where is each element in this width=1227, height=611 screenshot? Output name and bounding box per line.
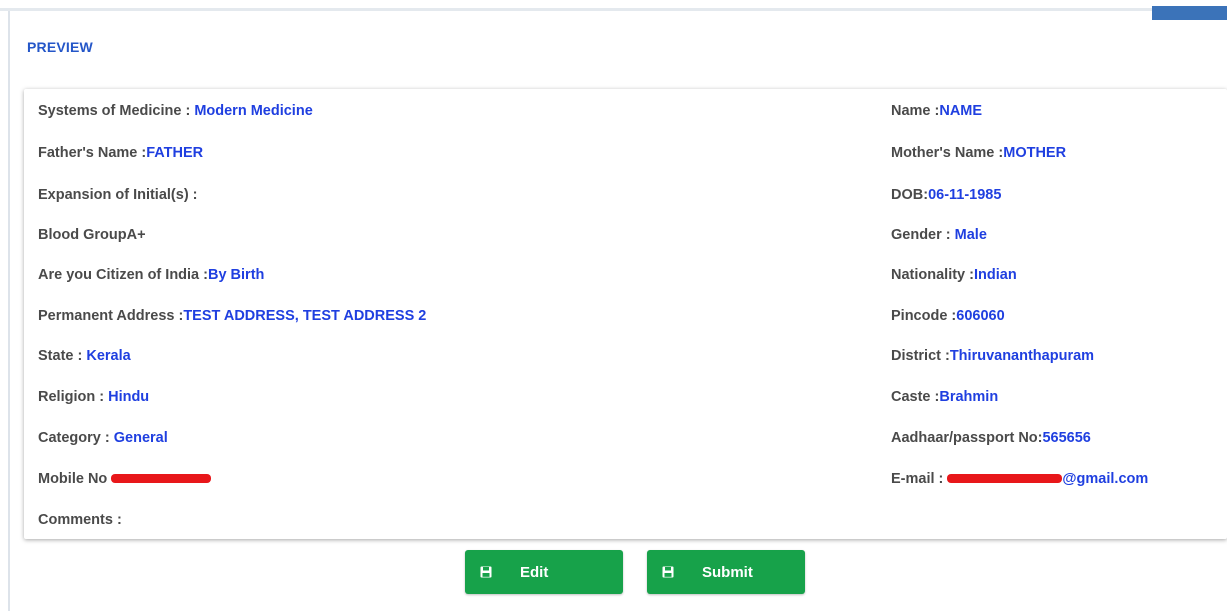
redaction-mark: [111, 473, 212, 483]
field-blood-group: Blood GroupA+: [38, 227, 146, 243]
field-caste: Caste :Brahmin: [891, 389, 998, 405]
field-label: Pincode :: [891, 308, 957, 324]
field-mobile-no: Mobile No: [38, 471, 212, 487]
field-label: Name :: [891, 103, 940, 119]
field-value: General: [113, 430, 168, 446]
field-label: Systems of Medicine :: [38, 103, 195, 119]
field-dob: DOB:06-11-1985: [891, 187, 1001, 203]
page-title: PREVIEW: [27, 39, 93, 55]
field-value: By Birth: [207, 267, 265, 283]
field-value: @gmail.com: [1062, 471, 1149, 487]
field-pincode: Pincode :606060: [891, 308, 1005, 324]
field-value: FATHER: [146, 145, 204, 161]
field-religion: Religion : Hindu: [38, 389, 149, 405]
field-label: Religion :: [38, 389, 109, 405]
field-value: TEST ADDRESS, TEST ADDRESS 2: [183, 308, 427, 324]
field-comments: Comments :: [38, 512, 122, 528]
field-label: Mother's Name :: [891, 145, 1004, 161]
field-label: Are you Citizen of India :: [38, 267, 208, 283]
field-label: Mobile No: [38, 471, 112, 487]
field-label: Blood GroupA+: [38, 227, 146, 243]
top-right-tab[interactable]: [1152, 6, 1227, 20]
field-value: Hindu: [108, 389, 150, 405]
edit-button-label: Edit: [520, 563, 549, 581]
field-value: 606060: [956, 308, 1005, 324]
field-value: NAME: [939, 103, 983, 119]
field-fathers-name: Father's Name :FATHER: [38, 145, 203, 161]
field-aadhaar-passport: Aadhaar/passport No:565656: [891, 430, 1091, 446]
field-label: DOB:: [891, 187, 929, 203]
field-gender: Gender : Male: [891, 227, 987, 243]
field-label: District :: [891, 348, 950, 364]
top-divider: [0, 8, 1227, 11]
field-state: State : Kerala: [38, 348, 131, 364]
field-label: Comments :: [38, 512, 122, 528]
field-citizen-of-india: Are you Citizen of India :By Birth: [38, 267, 264, 283]
field-value: Thiruvananthapuram: [949, 348, 1095, 364]
field-value: Kerala: [86, 348, 131, 364]
field-value: Indian: [973, 267, 1017, 283]
field-value: Brahmin: [939, 389, 999, 405]
field-label: Permanent Address :: [38, 308, 184, 324]
floppy-disk-icon: [480, 566, 492, 578]
field-value: Modern Medicine: [194, 103, 313, 119]
field-label: Category :: [38, 430, 114, 446]
floppy-disk-icon: [662, 566, 674, 578]
edit-button[interactable]: Edit: [465, 550, 623, 594]
field-label: Expansion of Initial(s) :: [38, 187, 198, 203]
field-label: E-mail :: [891, 471, 948, 487]
field-value: 06-11-1985: [928, 187, 1002, 203]
field-label: Nationality :: [891, 267, 974, 283]
field-value: Male: [954, 227, 987, 243]
field-label: State :: [38, 348, 87, 364]
field-label: Caste :: [891, 389, 940, 405]
field-expansion-of-initials: Expansion of Initial(s) :: [38, 187, 198, 203]
field-systems-of-medicine: Systems of Medicine : Modern Medicine: [38, 103, 313, 119]
field-permanent-address: Permanent Address :TEST ADDRESS, TEST AD…: [38, 308, 426, 324]
field-value: 565656: [1042, 430, 1091, 446]
field-category: Category : General: [38, 430, 168, 446]
field-label: Father's Name :: [38, 145, 147, 161]
field-value: MOTHER: [1003, 145, 1067, 161]
field-label: Gender :: [891, 227, 955, 243]
redaction-mark: [947, 473, 1063, 483]
field-label: Aadhaar/passport No:: [891, 430, 1043, 446]
field-name: Name :NAME: [891, 103, 982, 119]
submit-button-label: Submit: [702, 563, 753, 581]
field-email: E-mail : @gmail.com: [891, 471, 1148, 487]
field-nationality: Nationality :Indian: [891, 267, 1017, 283]
field-mothers-name: Mother's Name :MOTHER: [891, 145, 1066, 161]
submit-button[interactable]: Submit: [647, 550, 805, 594]
left-border: [8, 11, 10, 611]
field-district: District :Thiruvananthapuram: [891, 348, 1094, 364]
